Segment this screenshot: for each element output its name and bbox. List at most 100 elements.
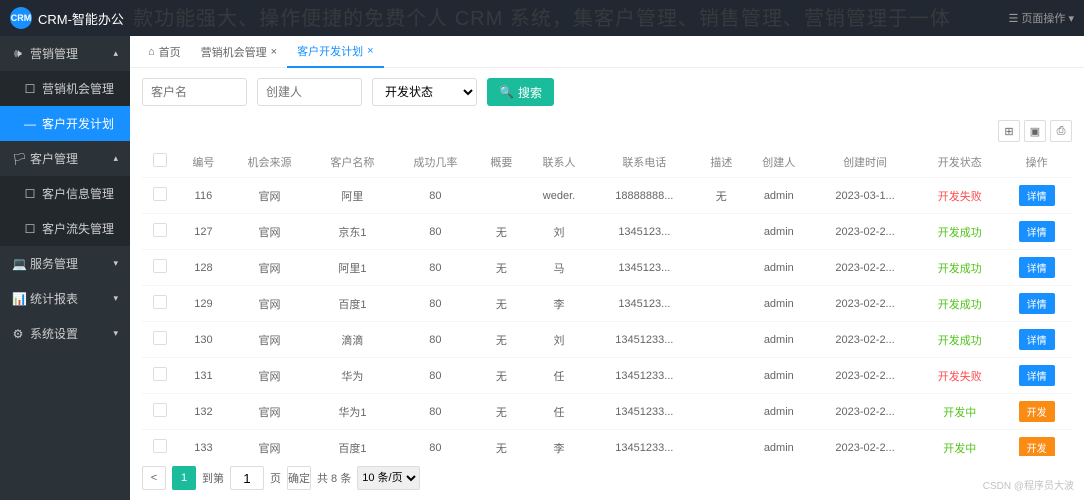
table-row: 129 官网 百度1 80 无 李 1345123... admin 2023-… — [142, 286, 1072, 322]
row-action-button[interactable]: 详情 — [1019, 221, 1055, 242]
cell-id: 133 — [179, 430, 228, 457]
cell-src: 官网 — [228, 250, 311, 286]
row-action-button[interactable]: 开发 — [1019, 437, 1055, 456]
table-header: 机会来源 — [228, 146, 311, 178]
sidebar-sub-item[interactable]: —客户开发计划 — [0, 106, 130, 141]
sidebar-group-icon: 🏳 — [12, 152, 24, 166]
status-select[interactable]: 开发状态 — [372, 78, 477, 106]
row-checkbox[interactable] — [153, 187, 167, 201]
cell-id: 127 — [179, 214, 228, 250]
chevron-icon: ▴ — [113, 153, 118, 164]
close-icon[interactable]: × — [367, 45, 373, 57]
cell-desc — [697, 430, 746, 457]
close-icon[interactable]: × — [271, 46, 277, 58]
cell-rate: 80 — [394, 214, 477, 250]
cell-contact: 李 — [526, 286, 592, 322]
table-tools: ⊞ ▣ ⎙ — [130, 116, 1084, 146]
table-header: 开发状态 — [918, 146, 1001, 178]
cell-id: 132 — [179, 394, 228, 430]
cell-creator: admin — [746, 394, 812, 430]
row-checkbox[interactable] — [153, 367, 167, 381]
row-action-button[interactable]: 详情 — [1019, 293, 1055, 314]
sidebar-group[interactable]: 🏳客户管理▴ — [0, 141, 130, 176]
chevron-icon: ▾ — [113, 328, 118, 339]
cell-phone: 13451233... — [592, 430, 697, 457]
cell-sum: 无 — [477, 358, 526, 394]
cell-status: 开发失败 — [918, 358, 1001, 394]
table-row: 133 官网 百度1 80 无 李 13451233... admin 2023… — [142, 430, 1072, 457]
pager-prev-button[interactable]: < — [142, 466, 166, 490]
creator-input[interactable] — [257, 78, 362, 106]
cell-contact: 任 — [526, 394, 592, 430]
cell-sum: 无 — [477, 394, 526, 430]
cell-creator: admin — [746, 286, 812, 322]
row-checkbox[interactable] — [153, 223, 167, 237]
table-header: 创建时间 — [812, 146, 918, 178]
search-button[interactable]: 🔍搜索 — [487, 78, 554, 106]
cell-status: 开发成功 — [918, 250, 1001, 286]
tab[interactable]: 客户开发计划× — [287, 36, 383, 68]
cell-id: 116 — [179, 178, 228, 214]
row-action-button[interactable]: 详情 — [1019, 365, 1055, 386]
tab[interactable]: 营销机会管理× — [191, 36, 287, 68]
chevron-icon: ▴ — [113, 48, 118, 59]
cell-phone: 18888888... — [592, 178, 697, 214]
cell-rate: 80 — [394, 286, 477, 322]
row-action-button[interactable]: 详情 — [1019, 257, 1055, 278]
pager-confirm-button[interactable]: 确定 — [287, 466, 311, 490]
pager-pagesize-select[interactable]: 10 条/页 — [357, 466, 420, 490]
tab[interactable]: ⌂首页 — [138, 36, 191, 68]
cell-status: 开发失败 — [918, 178, 1001, 214]
sidebar-sub-item[interactable]: ☐ 客户流失管理 — [0, 211, 130, 246]
export-tool-icon[interactable]: ▣ — [1024, 120, 1046, 142]
row-checkbox[interactable] — [153, 439, 167, 453]
print-tool-icon[interactable]: ⎙ — [1050, 120, 1072, 142]
cell-rate: 80 — [394, 322, 477, 358]
bullet-icon: — — [24, 117, 36, 131]
app-header: CRM CRM-智能办公 ☰ 页面操作 ▾ — [0, 0, 1084, 36]
bullet-icon: ☐ — [24, 82, 36, 96]
table-header: 联系电话 — [592, 146, 697, 178]
sidebar-sub-item[interactable]: ☐客户信息管理 — [0, 176, 130, 211]
cell-creator: admin — [746, 250, 812, 286]
sidebar-sub-item[interactable]: ☐ 营销机会管理 — [0, 71, 130, 106]
pager-total: 共 8 条 — [317, 470, 351, 486]
bullet-icon: ☐ — [24, 222, 36, 236]
cell-time: 2023-03-1... — [812, 178, 918, 214]
pager-to-label: 到第 — [202, 470, 224, 486]
table-row: 116 官网 阿里 80 weder. 18888888... 无 admin … — [142, 178, 1072, 214]
row-action-button[interactable]: 详情 — [1019, 185, 1055, 206]
cell-cust: 阿里1 — [311, 250, 394, 286]
row-action-button[interactable]: 详情 — [1019, 329, 1055, 350]
cell-rate: 80 — [394, 358, 477, 394]
sidebar-sub-label: 营销机会管理 — [42, 80, 114, 97]
cell-rate: 80 — [394, 178, 477, 214]
sidebar-group[interactable]: 💻服务管理▾ — [0, 246, 130, 281]
table-header: 操作 — [1001, 146, 1072, 178]
cell-id: 128 — [179, 250, 228, 286]
row-action-button[interactable]: 开发 — [1019, 401, 1055, 422]
cell-desc — [697, 286, 746, 322]
pager-page-input[interactable] — [230, 466, 264, 490]
sidebar-group[interactable]: ⚙系统设置▾ — [0, 316, 130, 351]
pager-page-1[interactable]: 1 — [172, 466, 196, 490]
row-checkbox[interactable] — [153, 259, 167, 273]
cell-creator: admin — [746, 358, 812, 394]
sidebar-group[interactable]: 🕪营销管理▴ — [0, 36, 130, 71]
row-checkbox[interactable] — [153, 403, 167, 417]
row-checkbox[interactable] — [153, 295, 167, 309]
page-operations-dropdown[interactable]: ☰ 页面操作 ▾ — [1009, 10, 1075, 26]
cell-src: 官网 — [228, 214, 311, 250]
columns-tool-icon[interactable]: ⊞ — [998, 120, 1020, 142]
sidebar-sub-label: 客户流失管理 — [42, 220, 114, 237]
main-layout: 🕪营销管理▴ ☐ 营销机会管理 —客户开发计划🏳客户管理▴☐客户信息管理 ☐ 客户流失管理… — [0, 36, 1084, 500]
cell-cust: 阿里 — [311, 178, 394, 214]
cell-contact: 刘 — [526, 322, 592, 358]
cell-creator: admin — [746, 214, 812, 250]
cell-status: 开发成功 — [918, 214, 1001, 250]
row-checkbox[interactable] — [153, 331, 167, 345]
table-row: 131 官网 华为 80 无 任 13451233... admin 2023-… — [142, 358, 1072, 394]
select-all-checkbox[interactable] — [153, 153, 167, 167]
customer-name-input[interactable] — [142, 78, 247, 106]
sidebar-group[interactable]: 📊统计报表▾ — [0, 281, 130, 316]
